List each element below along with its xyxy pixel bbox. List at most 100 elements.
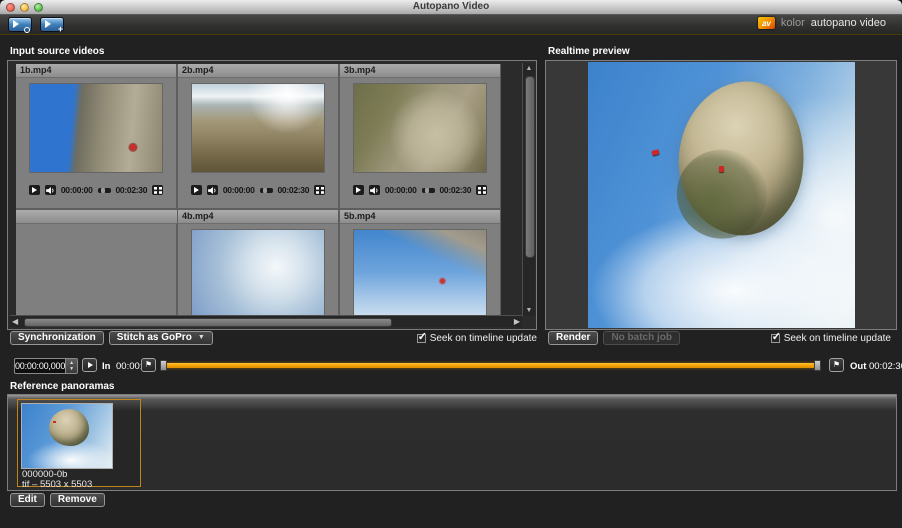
video-controls: 00:00:00 00:02:30 <box>178 182 338 198</box>
video-volume-slider[interactable] <box>98 188 111 193</box>
video-title: 3b.mp4 <box>344 65 376 75</box>
out-time: 00:02:30 <box>869 361 902 372</box>
set-out-point-button[interactable]: ⚑ <box>829 358 844 372</box>
preview-panorama-image <box>588 62 855 328</box>
spin-down-icon[interactable]: ▼ <box>69 366 74 372</box>
scroll-right-icon[interactable]: ▶ <box>514 317 520 326</box>
video-card-partial <box>16 210 176 316</box>
video-play-button[interactable] <box>353 185 364 195</box>
speaker-icon <box>370 187 379 194</box>
toolbar: + av kolor autopano video <box>0 15 902 35</box>
video-title-bar: 3b.mp4 <box>340 64 500 78</box>
video-thumbnail[interactable] <box>354 84 486 172</box>
preview-seek-checkbox[interactable]: ✓ <box>771 334 780 343</box>
play-glyph <box>45 20 51 28</box>
video-card[interactable]: 1b.mp4 00:00:00 00:02:30 <box>16 64 176 208</box>
play-icon <box>194 187 199 193</box>
video-time-start: 00:00:00 <box>385 185 417 195</box>
reference-panorama-thumbnail[interactable] <box>21 403 113 469</box>
set-in-point-button[interactable]: ⚑ <box>141 358 156 372</box>
video-card[interactable]: 2b.mp4 00:00:00 00:02:30 <box>178 64 338 208</box>
video-fullscreen-button[interactable] <box>152 185 163 195</box>
brand-kolor-text: kolor <box>781 17 805 29</box>
edit-button[interactable]: Edit <box>10 493 45 507</box>
reference-panorama-item[interactable]: 000000-0b tif – 5503 x 5503 <box>17 399 141 487</box>
input-seek-label: Seek on timeline update <box>430 333 537 344</box>
play-icon <box>88 362 93 368</box>
speaker-icon <box>208 187 217 194</box>
reference-panorama-details: tif – 5503 x 5503 <box>22 479 92 490</box>
check-icon: ✓ <box>772 330 781 343</box>
video-title: 5b.mp4 <box>344 211 376 221</box>
video-card[interactable]: 3b.mp4 00:00:00 00:02:30 <box>340 64 500 208</box>
video-time-start: 00:00:00 <box>223 185 255 195</box>
vertical-scrollbar[interactable]: ▲ ▼ <box>522 63 535 316</box>
video-card[interactable]: 5b.mp4 <box>340 210 500 316</box>
horizontal-scrollbar-thumb[interactable] <box>24 318 392 327</box>
remove-button[interactable]: Remove <box>50 493 105 507</box>
video-audio-button[interactable] <box>369 185 380 195</box>
climber-graphic <box>719 166 724 172</box>
video-play-button[interactable] <box>29 185 40 195</box>
video-thumbnail[interactable] <box>192 84 324 172</box>
timecode-value: 00:00:00,000 <box>15 361 65 371</box>
video-grid: 1b.mp4 00:00:00 00:02:30 2b.mp4 00:00:00… <box>16 64 522 316</box>
stitch-as-gopro-button[interactable]: Stitch as GoPro▼ <box>109 331 213 345</box>
video-volume-slider[interactable] <box>422 188 435 193</box>
magnifier-glyph <box>24 27 30 33</box>
horizontal-scrollbar[interactable]: ◀ ▶ <box>10 315 522 327</box>
video-title-bar: 1b.mp4 <box>16 64 176 78</box>
video-title: 1b.mp4 <box>20 65 52 75</box>
play-glyph <box>13 20 19 28</box>
timeline-track[interactable] <box>163 363 817 368</box>
timeline-bar: 00:00:00,000 ▲▼ In 00:00:00 ⚑ ⚑ Out 00:0… <box>0 356 902 376</box>
in-label: In <box>102 361 110 372</box>
reference-panel-title: Reference panoramas <box>10 381 115 392</box>
check-icon: ✓ <box>418 330 427 343</box>
preview-seek-label: Seek on timeline update <box>784 333 891 344</box>
video-play-button[interactable] <box>191 185 202 195</box>
video-audio-button[interactable] <box>207 185 218 195</box>
kolor-logo-icon: av <box>758 17 775 29</box>
timecode-field[interactable]: 00:00:00,000 ▲▼ <box>14 358 78 374</box>
scroll-up-icon[interactable]: ▲ <box>523 65 535 72</box>
input-source-videos-panel: 1b.mp4 00:00:00 00:02:30 2b.mp4 00:00:00… <box>7 60 537 330</box>
video-card[interactable]: 4b.mp4 <box>178 210 338 316</box>
video-audio-button[interactable] <box>45 185 56 195</box>
brand-product-text: autopano video <box>811 17 886 29</box>
video-fullscreen-button[interactable] <box>476 185 487 195</box>
video-time-start: 00:00:00 <box>61 185 93 195</box>
open-videos-icon[interactable] <box>8 17 32 32</box>
brand: av kolor autopano video <box>758 17 886 29</box>
timeline-in-handle[interactable] <box>160 360 167 371</box>
vertical-scrollbar-thumb[interactable] <box>525 76 535 258</box>
video-title-bar: 4b.mp4 <box>178 210 338 224</box>
video-thumbnail[interactable] <box>354 230 486 316</box>
video-thumbnail[interactable] <box>30 84 162 172</box>
render-button[interactable]: Render <box>548 331 598 345</box>
play-icon <box>32 187 37 193</box>
synchronization-button[interactable]: Synchronization <box>10 331 104 345</box>
video-title-bar: 2b.mp4 <box>178 64 338 78</box>
add-videos-icon[interactable]: + <box>40 17 64 32</box>
video-thumbnail[interactable] <box>192 230 324 316</box>
climber-graphic <box>652 149 660 156</box>
video-controls: 00:00:00 00:02:30 <box>340 182 500 198</box>
realtime-preview-panel <box>545 60 897 330</box>
flag-icon: ⚑ <box>833 361 840 369</box>
input-seek-checkbox[interactable]: ✓ <box>417 334 426 343</box>
timeline-play-button[interactable] <box>82 358 97 372</box>
timecode-spinner[interactable]: ▲▼ <box>65 359 77 373</box>
video-title: 4b.mp4 <box>182 211 214 221</box>
scroll-down-icon[interactable]: ▼ <box>523 307 535 314</box>
reference-panoramas-panel: 000000-0b tif – 5503 x 5503 <box>7 394 897 491</box>
flag-icon: ⚑ <box>145 361 152 369</box>
timeline-out-handle[interactable] <box>814 360 821 371</box>
video-volume-slider[interactable] <box>260 188 273 193</box>
video-controls: 00:00:00 00:02:30 <box>16 182 176 198</box>
window-title: Autopano Video <box>0 1 902 12</box>
scroll-left-icon[interactable]: ◀ <box>12 317 18 326</box>
speaker-icon <box>46 187 55 194</box>
plus-glyph: + <box>58 25 63 34</box>
video-fullscreen-button[interactable] <box>314 185 325 195</box>
